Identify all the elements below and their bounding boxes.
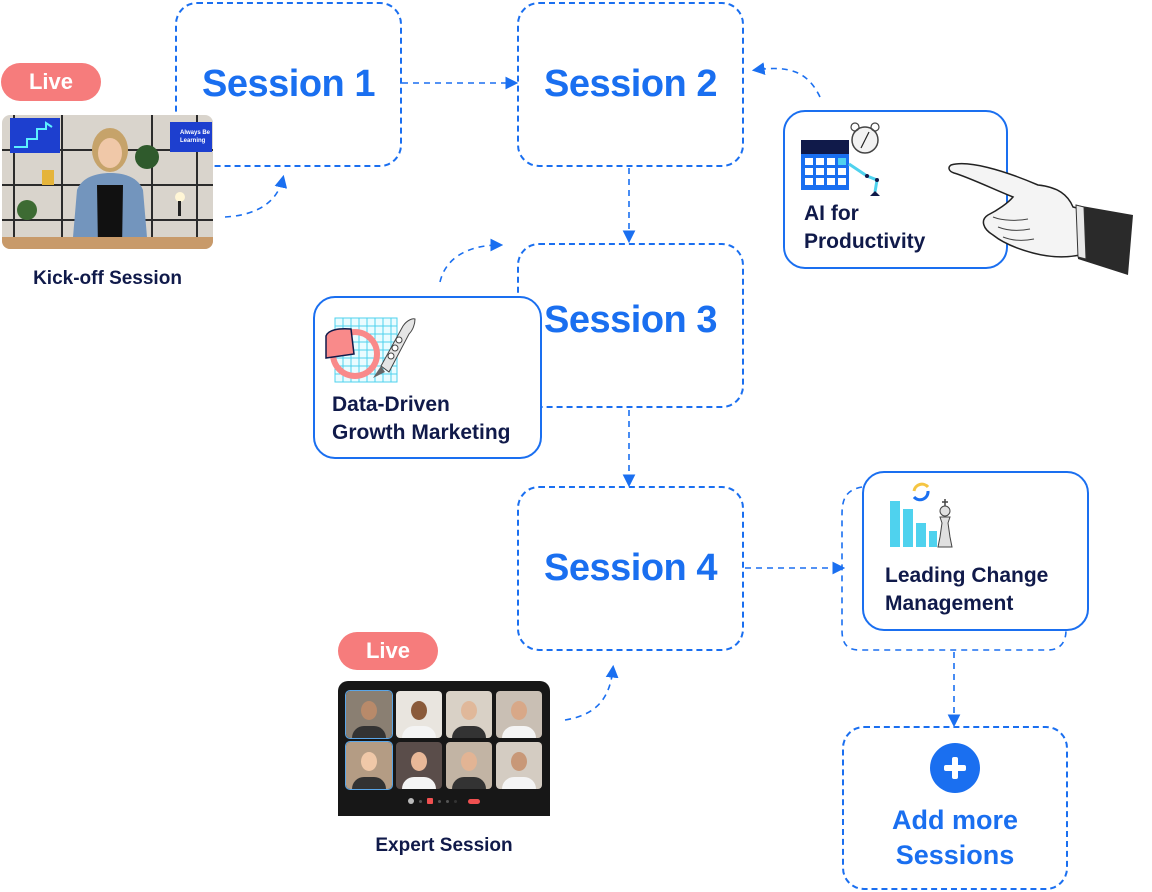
bar-chart-chess-king-icon [890,482,953,548]
participant-body [452,777,486,789]
participant-face [511,701,527,721]
add-more-label: Add more Sessions [891,805,1018,870]
session-box-3[interactable]: Session 3 [517,243,744,408]
screen-text: Learning [180,138,206,144]
pie-chart-rocket-icon [325,317,416,383]
participant-face [411,701,427,721]
plus-circle-icon [930,743,980,793]
call-controls [338,798,550,804]
connector-dd-s3 [439,238,504,283]
connector-ai-s2 [751,62,821,98]
self-avatar-icon [408,798,414,804]
leave-call-button[interactable] [468,798,480,804]
screen-text: Always Be [180,130,211,136]
pointing-hand-illustration [948,162,1133,275]
participant-body [502,777,536,789]
participant-tile[interactable] [496,742,542,789]
topic-card-data-driven-growth[interactable]: Data-Driven Growth Marketing [313,296,542,459]
share-icon[interactable] [446,799,449,803]
record-icon[interactable] [427,798,433,804]
participant-tile[interactable] [446,691,492,738]
participant-body [352,726,386,738]
participant-body [402,726,436,738]
participant-body [402,777,436,789]
live-badge: Live [1,63,101,101]
topic-label: Leading Change Management [885,564,1049,615]
more-icon[interactable] [454,799,457,803]
kickoff-video-thumbnail[interactable]: Always Be Learning [2,115,213,249]
topic-label: AI for Productivity [804,202,926,253]
participant-face [411,752,427,772]
kickoff-caption: Kick-off Session [33,268,182,289]
presenter-studio-image: Always Be Learning [2,115,213,249]
session-title: Session 4 [544,547,717,589]
participant-face [361,701,377,721]
camera-icon[interactable] [438,799,441,803]
session-box-2[interactable]: Session 2 [517,2,744,167]
participant-tile[interactable] [345,741,393,790]
session-box-4[interactable]: Session 4 [517,486,744,651]
participant-face [511,752,527,772]
participant-body [352,777,386,789]
participant-tile[interactable] [396,691,442,738]
participant-tile[interactable] [345,690,393,739]
connector-expert-s4 [564,664,619,721]
participant-face [461,701,477,721]
participant-tile[interactable] [496,691,542,738]
add-more-sessions-button[interactable]: Add more Sessions [842,726,1068,890]
topic-label: Data-Driven Growth Marketing [332,393,511,444]
session-title: Session 2 [544,63,717,105]
session-title: Session 1 [202,63,375,105]
calendar-robot-arm-alarm-clock-icon [801,122,880,196]
expert-caption: Expert Session [375,835,513,856]
participant-tile[interactable] [446,742,492,789]
live-badge: Live [338,632,438,670]
connector-kickoff-s1 [224,174,288,218]
participant-face [461,752,477,772]
participant-tile[interactable] [396,742,442,789]
participant-face [361,752,377,772]
session-title: Session 3 [544,299,717,341]
topic-card-leading-change[interactable]: Leading Change Management [862,471,1089,631]
participant-body [452,726,486,738]
participant-body [502,726,536,738]
expert-session-video-grid[interactable] [338,681,550,816]
mic-icon[interactable] [419,799,422,803]
participant-grid [345,690,542,790]
